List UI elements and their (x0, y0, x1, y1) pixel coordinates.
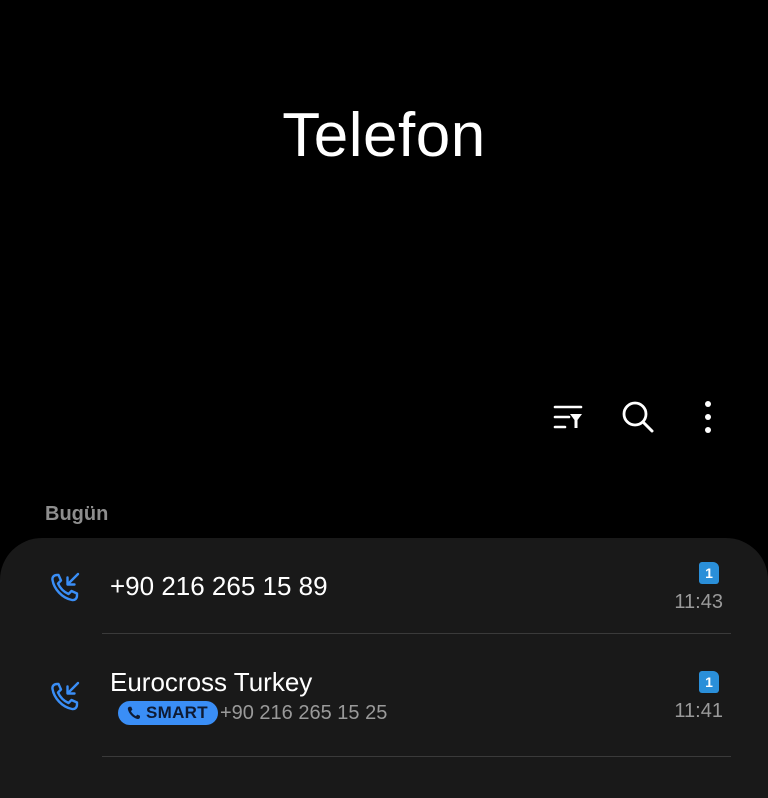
incoming-call-icon (51, 572, 80, 602)
call-time: 11:43 (674, 591, 723, 613)
more-options-button[interactable] (686, 395, 730, 439)
call-time: 11:41 (674, 700, 723, 722)
call-log-item[interactable]: +90 216 265 15 89 1 11:43 (0, 538, 768, 634)
incoming-call-icon (51, 681, 80, 711)
caller-number: +90 216 265 15 89 (110, 571, 328, 601)
more-vertical-icon (705, 401, 711, 433)
section-label-today: Bugün (45, 503, 109, 525)
divider (102, 756, 731, 757)
page-title: Telefon (282, 101, 486, 170)
caller-name: Eurocross Turkey (110, 667, 313, 697)
smart-label: SMART (146, 703, 208, 722)
toolbar (546, 395, 730, 439)
filter-button[interactable] (546, 395, 590, 439)
filter-list-icon (553, 405, 583, 429)
sim-card-icon: 1 (699, 671, 719, 693)
divider (102, 633, 731, 634)
call-log-item[interactable]: Eurocross Turkey SMART +90 216 265 15 25… (0, 635, 768, 731)
smart-call-badge: SMART (118, 701, 218, 725)
sim-card-icon: 1 (699, 562, 719, 584)
phone-icon (127, 706, 141, 720)
search-icon (622, 401, 654, 433)
caller-details: SMART +90 216 265 15 25 (118, 701, 387, 725)
caller-number: +90 216 265 15 25 (219, 701, 388, 724)
search-button[interactable] (616, 395, 660, 439)
